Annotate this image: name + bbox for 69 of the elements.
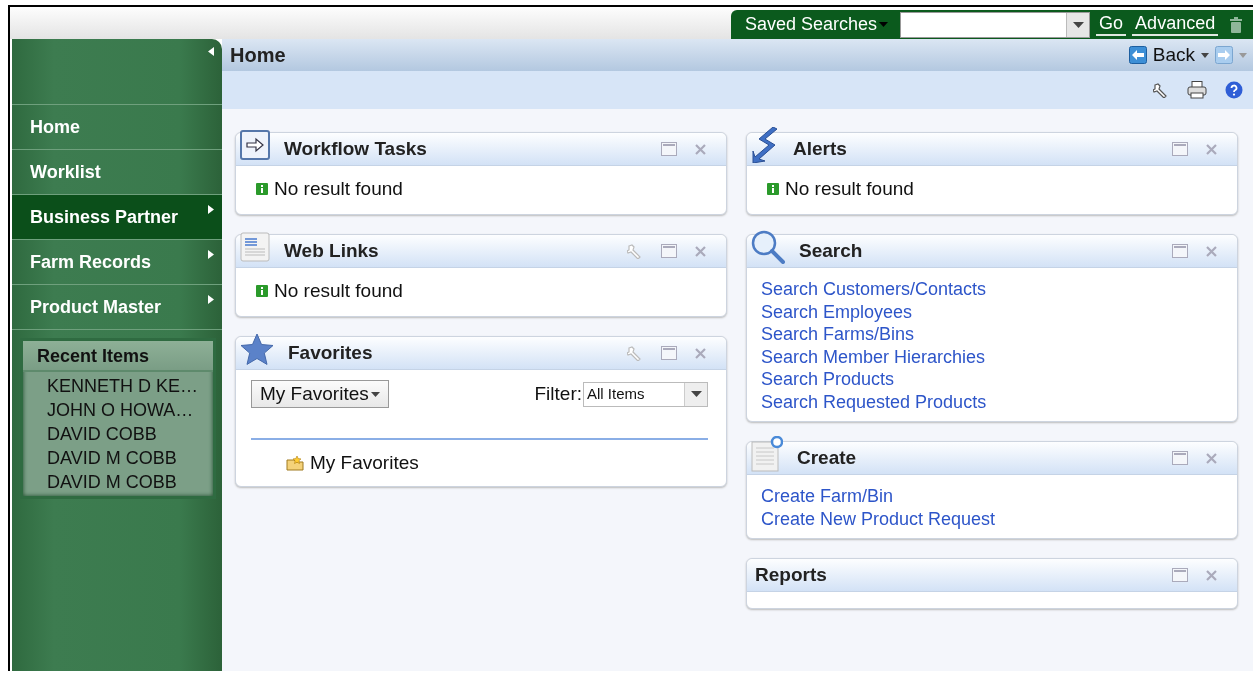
advanced-link[interactable]: Advanced	[1132, 13, 1219, 36]
trash-icon[interactable]	[1230, 16, 1243, 33]
lightning-bolt-icon	[751, 127, 779, 163]
recent-items-title: Recent Items	[23, 341, 213, 372]
submenu-arrow-icon	[208, 205, 214, 214]
minimize-icon[interactable]	[661, 142, 677, 156]
recent-item[interactable]: JOHN O HOWA…	[47, 398, 213, 422]
sidebar-item[interactable]: Business Partner	[12, 195, 222, 240]
recent-item[interactable]: DAVID M COBB	[47, 446, 213, 470]
panel-title: Create	[796, 447, 857, 469]
close-icon[interactable]	[695, 143, 706, 155]
panel-title: Search	[798, 240, 863, 262]
minimize-icon[interactable]	[1172, 451, 1188, 465]
print-icon[interactable]	[1187, 81, 1207, 99]
filter-dropdown[interactable]: All Items	[583, 381, 708, 407]
recent-item[interactable]: DAVID M COBB	[47, 470, 213, 494]
panel-link[interactable]: Search Customers/Contacts	[761, 278, 1223, 301]
star-icon	[240, 333, 274, 365]
panel-title: Workflow Tasks	[283, 138, 427, 160]
wrench-icon[interactable]	[1153, 82, 1169, 98]
recent-item[interactable]: KENNETH D KE…	[47, 374, 213, 398]
recent-item[interactable]: DAVID COBB	[47, 422, 213, 446]
folder-star-icon	[286, 455, 304, 471]
panel-link[interactable]: Create New Product Request	[761, 507, 1223, 530]
panel-link[interactable]: Search Requested Products	[761, 390, 1223, 413]
panel-title: Web Links	[283, 240, 379, 262]
search-field[interactable]	[900, 11, 1091, 38]
dropdown-caret-icon[interactable]	[1201, 52, 1209, 58]
minimize-icon[interactable]	[661, 244, 677, 258]
panel-link[interactable]: Search Employees	[761, 300, 1223, 323]
panel-title: Reports	[754, 564, 827, 586]
back-link[interactable]: Back	[1152, 44, 1195, 66]
help-icon[interactable]	[1225, 81, 1243, 99]
close-icon[interactable]	[1206, 143, 1217, 155]
go-link[interactable]: Go	[1096, 13, 1127, 36]
favorites-dropdown[interactable]: My Favorites	[251, 380, 389, 408]
panel-link[interactable]: Search Farms/Bins	[761, 323, 1223, 346]
collapse-arrow-icon[interactable]	[208, 47, 214, 56]
dropdown-arrow-icon[interactable]	[690, 391, 702, 397]
close-icon[interactable]	[1206, 569, 1217, 581]
panel-title: Favorites	[287, 342, 373, 364]
submenu-arrow-icon	[208, 295, 214, 304]
info-icon	[256, 183, 268, 195]
minimize-icon[interactable]	[1172, 142, 1188, 156]
panel-link[interactable]: Create Farm/Bin	[761, 485, 1223, 508]
filter-label: Filter:	[534, 383, 582, 405]
saved-searches-button[interactable]: Saved Searches	[745, 14, 889, 35]
close-icon[interactable]	[695, 347, 706, 359]
close-icon[interactable]	[1206, 452, 1217, 464]
close-icon[interactable]	[695, 245, 706, 257]
minimize-icon[interactable]	[1172, 568, 1188, 582]
submenu-arrow-icon	[208, 250, 214, 259]
caret-icon	[370, 391, 380, 397]
panel-link[interactable]: Search Member Hierarchies	[761, 345, 1223, 368]
tree-item[interactable]: My Favorites	[310, 452, 419, 474]
no-result-message: No result found	[274, 280, 403, 302]
caret-icon	[879, 22, 889, 27]
info-icon	[256, 285, 268, 297]
page-title: Home	[230, 43, 286, 67]
search-icon	[751, 230, 785, 264]
no-result-message: No result found	[274, 178, 403, 200]
minimize-icon[interactable]	[661, 346, 677, 360]
info-icon	[767, 183, 779, 195]
panel-title: Alerts	[792, 138, 847, 160]
minimize-icon[interactable]	[1172, 244, 1188, 258]
panel-link[interactable]: Search Products	[761, 368, 1223, 391]
dropdown-arrow-icon[interactable]	[1072, 21, 1084, 28]
close-icon[interactable]	[1206, 245, 1217, 257]
no-result-message: No result found	[785, 178, 914, 200]
